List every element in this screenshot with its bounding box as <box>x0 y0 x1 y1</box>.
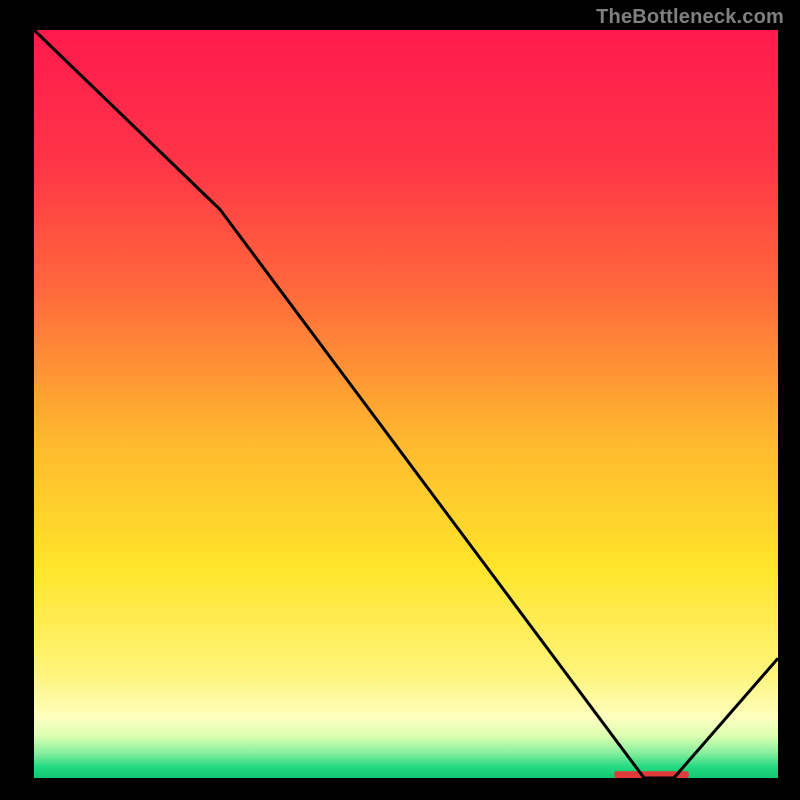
bottleneck-chart <box>0 0 800 800</box>
watermark-text: TheBottleneck.com <box>596 6 784 29</box>
chart-stage: TheBottleneck.com <box>0 0 800 800</box>
plot-area <box>34 30 778 778</box>
